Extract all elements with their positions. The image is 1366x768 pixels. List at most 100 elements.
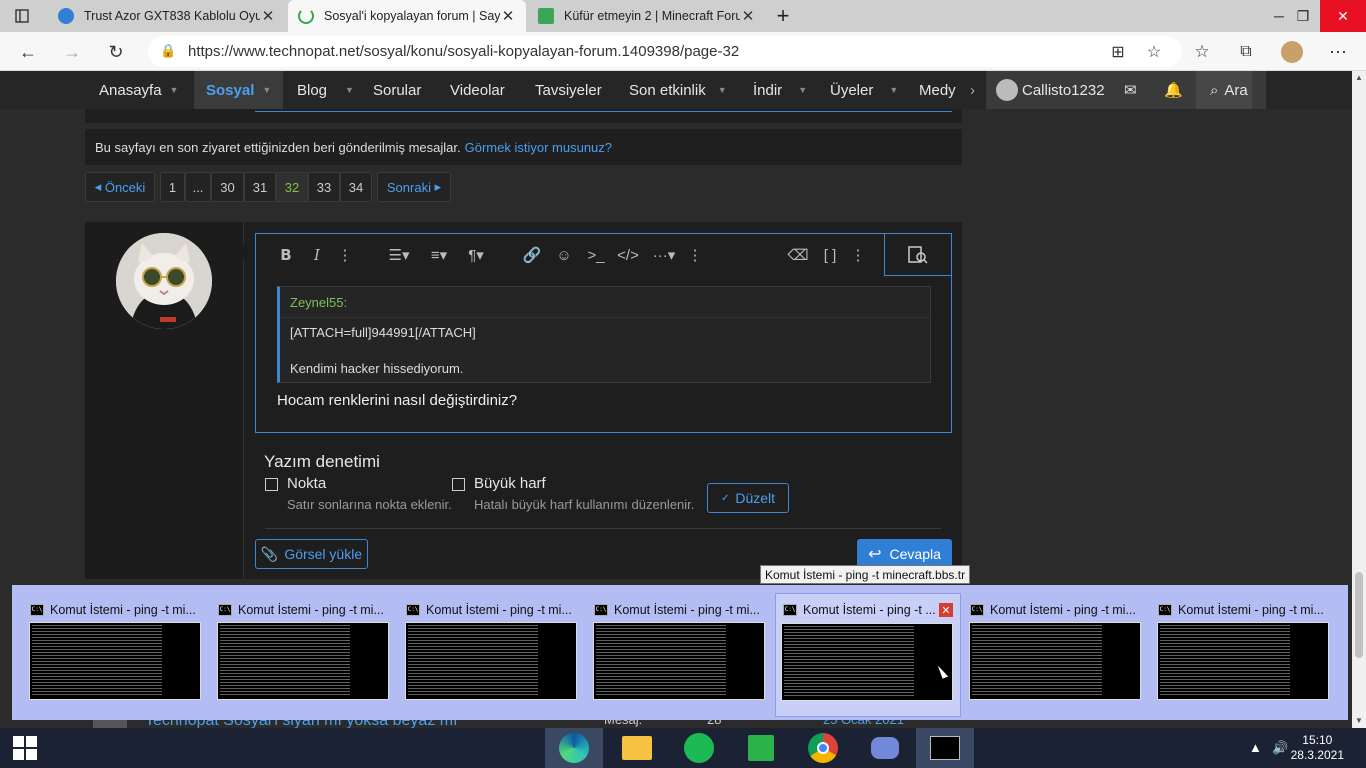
chevron-down-icon[interactable]: ▼ — [262, 85, 271, 95]
chevron-down-icon[interactable]: ▼ — [170, 85, 179, 95]
new-tab-button[interactable]: + — [760, 0, 806, 32]
capital-checkbox[interactable] — [452, 478, 465, 491]
cmd-taskbar-icon[interactable] — [916, 728, 974, 768]
notice-link[interactable]: Görmek istiyor musunuz? — [465, 140, 612, 155]
system-clock[interactable]: 15:10 28.3.2021 — [1291, 733, 1344, 763]
nav-sosyal[interactable]: Sosyal ▼ — [194, 71, 284, 109]
thumbnail-window-4[interactable]: C:\ Komut İstemi - ping -t mi... — [576, 585, 765, 705]
tab-minecraft[interactable]: Küfür etmeyin 2 | Minecraft Foru ✕ — [528, 0, 766, 32]
chevron-down-icon[interactable]: ▼ — [718, 85, 727, 95]
volume-icon[interactable]: 🔊 — [1272, 740, 1288, 756]
more-insert-icon[interactable]: ⋮ — [683, 244, 707, 266]
thumbnail-window-2[interactable]: C:\ Komut İstemi - ping -t mi... — [200, 585, 389, 705]
apps-icon[interactable]: ⊞ — [1104, 38, 1132, 66]
nav-son-etkinlik[interactable]: Son etkinlik ▼ — [629, 71, 727, 109]
nav-indir[interactable]: İndir ▼ — [753, 71, 807, 109]
next-page-button[interactable]: Sonraki ▸ — [377, 172, 451, 202]
close-tab-icon[interactable]: ✕ — [260, 7, 276, 25]
page-30[interactable]: 30 — [211, 172, 244, 202]
code-inline-icon[interactable]: >_ — [584, 244, 608, 266]
page-ellipsis[interactable]: ... — [185, 172, 211, 202]
italic-icon[interactable]: I — [305, 244, 329, 266]
thumbnail-label: Komut İstemi - ping -t mi... — [990, 603, 1136, 617]
period-hint: Satır sonlarına nokta eklenir. — [287, 497, 452, 512]
explorer-taskbar-icon[interactable] — [608, 728, 666, 768]
page-1[interactable]: 1 — [160, 172, 185, 202]
more-text-icon[interactable]: ⋮ — [333, 244, 357, 266]
favorites-icon[interactable]: ☆ — [1188, 38, 1216, 66]
thumbnail-label: Komut İstemi - ping -t mi... — [50, 603, 196, 617]
nav-sorular[interactable]: Sorular — [373, 71, 421, 109]
paragraph-icon[interactable]: ¶▾ — [461, 244, 491, 266]
chevron-down-icon[interactable]: ▼ — [798, 85, 807, 95]
forward-icon[interactable]: → — [58, 38, 86, 66]
more-tools-icon[interactable]: ⋮ — [846, 244, 870, 266]
chrome-taskbar-icon[interactable] — [794, 728, 852, 768]
upload-image-button[interactable]: 📎 Görsel yükle — [255, 539, 368, 569]
link-icon[interactable]: 🔗 — [520, 244, 544, 266]
thumbnail-window-5-hovered[interactable]: C:\ Komut İstemi - ping -t ... ✕ — [775, 593, 961, 717]
emoji-icon[interactable]: ☺ — [552, 244, 576, 266]
edge-taskbar-icon[interactable] — [545, 728, 603, 768]
close-tab-icon[interactable]: ✕ — [500, 7, 516, 25]
bell-icon[interactable]: 🔔 — [1164, 71, 1183, 109]
nav-scroll-right-icon[interactable]: › — [970, 71, 975, 109]
scrollbar-thumb[interactable] — [1355, 572, 1363, 658]
nav-videolar[interactable]: Videolar — [450, 71, 505, 109]
scroll-up-icon[interactable]: ▲ — [1355, 73, 1363, 82]
more-icon[interactable]: ⋯ — [1324, 38, 1352, 66]
tab-trust-azor[interactable]: Trust Azor GXT838 Kablolu Oyun ✕ — [48, 0, 286, 32]
search-button[interactable]: ⌕ Ara — [1196, 71, 1252, 109]
nav-tavsiyeler[interactable]: Tavsiyeler — [535, 71, 602, 109]
list-icon[interactable]: ☰▾ — [384, 244, 414, 266]
back-icon[interactable]: ← — [14, 38, 42, 66]
nav-blog[interactable]: Blog ▼ — [297, 71, 354, 109]
nav-uyeler[interactable]: Üyeler ▼ — [830, 71, 898, 109]
prev-page-button[interactable]: ◂ Önceki — [85, 172, 155, 202]
more-options-icon[interactable]: ···▾ — [648, 244, 680, 266]
discord-taskbar-icon[interactable] — [856, 728, 914, 768]
show-hidden-icons[interactable]: ▲ — [1249, 740, 1262, 755]
nav-anasayfa[interactable]: Anasayfa ▼ — [99, 71, 178, 109]
close-thumbnail-icon[interactable]: ✕ — [939, 603, 953, 617]
inbox-icon[interactable]: ✉ — [1124, 71, 1137, 109]
bbcode-icon[interactable]: [ ] — [818, 244, 842, 266]
page-32-current[interactable]: 32 — [276, 172, 308, 202]
chevron-down-icon[interactable]: ▼ — [345, 85, 354, 95]
tab-actions-icon[interactable] — [8, 2, 36, 30]
thumbnail-window-1[interactable]: C:\ Komut İstemi - ping -t mi... — [12, 585, 201, 705]
chevron-down-icon[interactable]: ▼ — [889, 85, 898, 95]
reply-label: Cevapla — [889, 546, 941, 562]
code-block-icon[interactable]: </> — [616, 244, 640, 266]
nav-medya[interactable]: Medy — [919, 71, 956, 109]
preview-icon[interactable] — [884, 234, 951, 276]
start-button[interactable] — [0, 728, 50, 768]
message-text[interactable]: Hocam renklerini nasıl değiştirdiniz? — [277, 392, 517, 409]
url-field[interactable]: 🔒 https://www.technopat.net/sosyal/konu/… — [148, 36, 1182, 67]
profile-avatar[interactable] — [1278, 38, 1306, 66]
fix-button[interactable]: ✓ Düzelt — [707, 483, 789, 513]
scroll-down-icon[interactable]: ▼ — [1355, 716, 1363, 725]
bold-icon[interactable]: B — [274, 244, 298, 266]
message-editor[interactable]: B I ⋮ ☰▾ ≡▾ ¶▾ 🔗 ☺ >_ </> ···▾ ⋮ ⌫ [ ] ⋮ — [255, 233, 952, 433]
thumbnail-window-6[interactable]: C:\ Komut İstemi - ping -t mi... — [952, 585, 1141, 705]
page-scrollbar[interactable]: ▲ ▼ — [1352, 71, 1366, 728]
spotify-taskbar-icon[interactable] — [670, 728, 728, 768]
close-tab-icon[interactable]: ✕ — [740, 7, 756, 25]
page-34[interactable]: 34 — [340, 172, 372, 202]
period-checkbox[interactable] — [265, 478, 278, 491]
eraser-icon[interactable]: ⌫ — [786, 244, 810, 266]
close-window-button[interactable]: ✕ — [1320, 0, 1366, 32]
add-favorite-icon[interactable]: ☆ — [1140, 38, 1168, 66]
page-33[interactable]: 33 — [308, 172, 340, 202]
align-icon[interactable]: ≡▾ — [424, 244, 454, 266]
user-menu[interactable]: Callisto1232 — [996, 71, 1105, 109]
edge-icon — [559, 733, 589, 763]
page-31[interactable]: 31 — [244, 172, 276, 202]
tab-sosyal[interactable]: Sosyal'i kopyalayan forum | Sayfa ✕ — [288, 0, 526, 32]
refresh-icon[interactable]: ↻ — [102, 38, 130, 66]
collections-icon[interactable]: ⧉ — [1232, 38, 1260, 66]
store-taskbar-icon[interactable] — [732, 728, 790, 768]
thumbnail-window-7[interactable]: C:\ Komut İstemi - ping -t mi... — [1140, 585, 1329, 705]
thumbnail-window-3[interactable]: C:\ Komut İstemi - ping -t mi... — [388, 585, 577, 705]
